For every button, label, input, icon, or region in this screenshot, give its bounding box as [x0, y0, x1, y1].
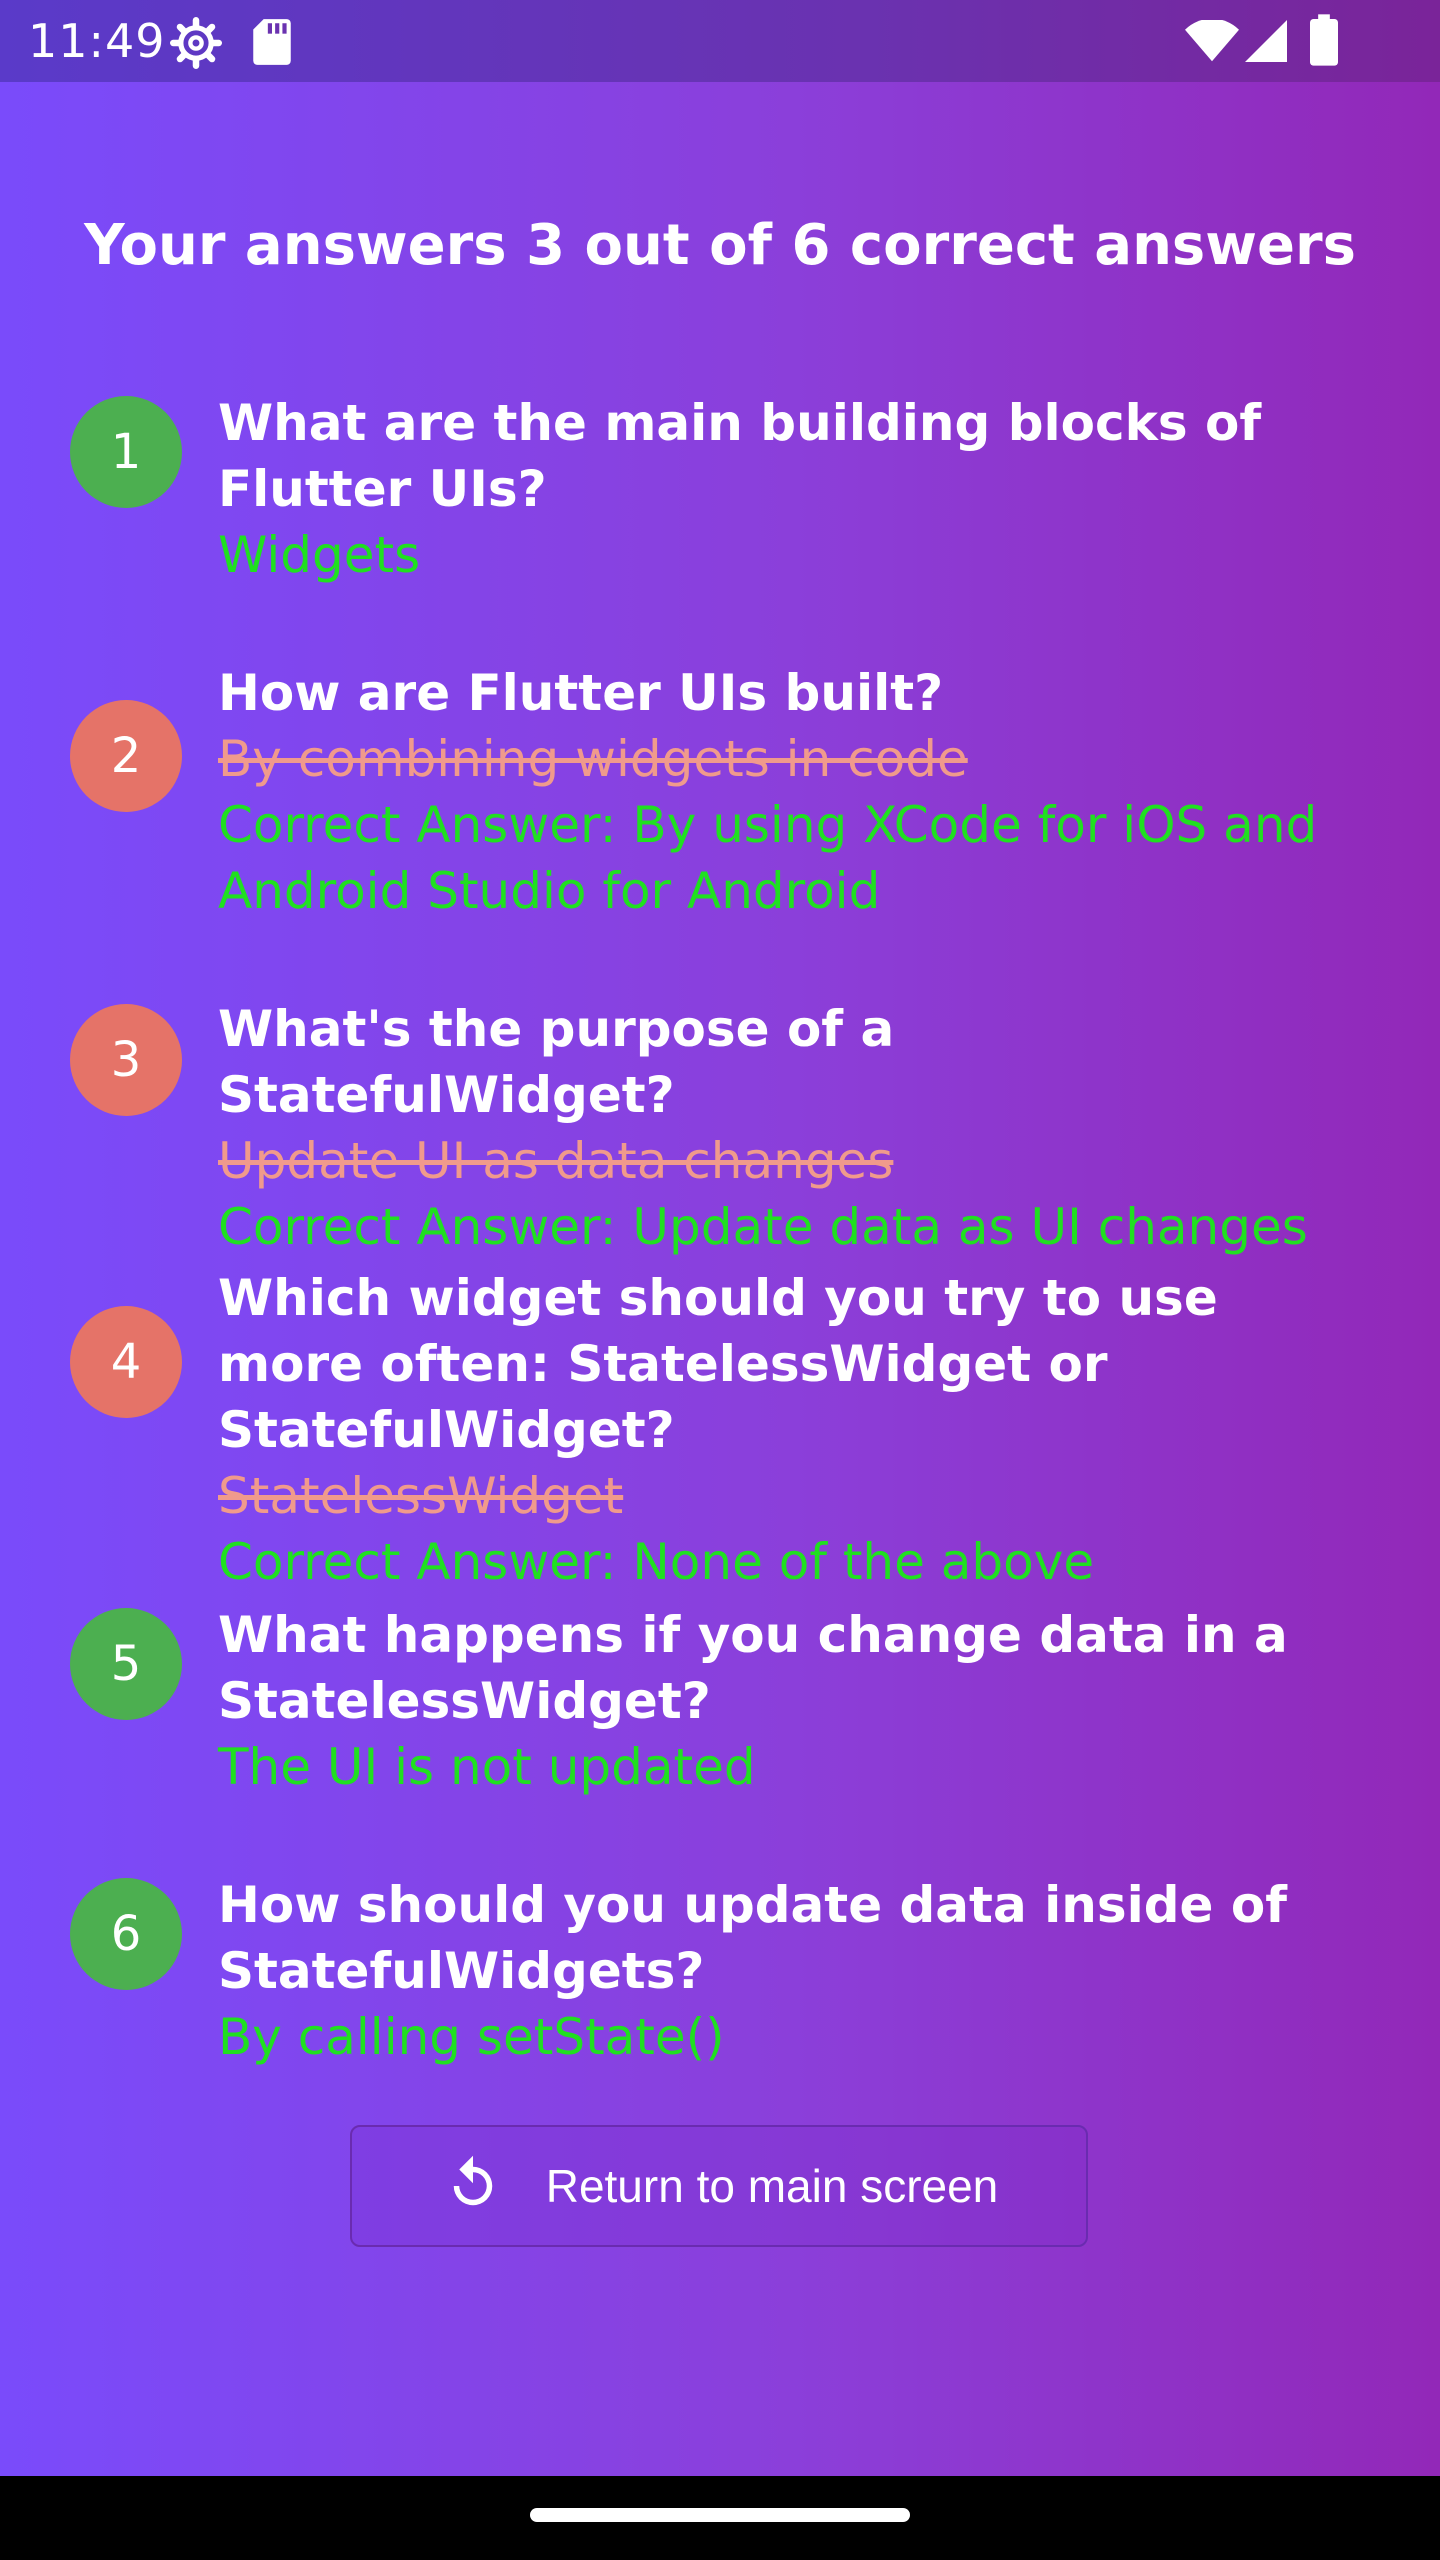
restart-icon [453, 2155, 492, 2206]
given-answer-correct: By calling setState() [218, 2008, 725, 2066]
question-text: What's the purpose of a StatefulWidget? [218, 1000, 895, 1124]
question-number-badge: 3 [70, 1004, 182, 1116]
question-number-badge: 4 [70, 1306, 182, 1418]
question-text: How should you update data inside of Sta… [218, 1876, 1287, 2000]
battery-icon [1310, 14, 1338, 66]
question-text: What happens if you change data in a Sta… [218, 1606, 1288, 1730]
correct-answer: Correct Answer: By using XCode for iOS a… [218, 796, 1318, 920]
given-answer-correct: The UI is not updated [218, 1738, 756, 1796]
correct-answer: Correct Answer: Update data as UI change… [218, 1198, 1308, 1256]
return-button-label: Return to main screen [545, 2160, 999, 2212]
wifi-icon [1185, 20, 1239, 62]
question-text: Which widget should you try to use more … [218, 1269, 1218, 1459]
results-summary-title: Your answers 3 out of 6 correct answers [84, 213, 1356, 278]
question-text: What are the main building blocks of Flu… [218, 394, 1262, 518]
sd-card-icon [253, 19, 291, 65]
question-number-badge: 6 [70, 1878, 182, 1990]
given-answer-correct: Widgets [218, 526, 421, 584]
question-number-badge: 2 [70, 700, 182, 812]
return-to-main-screen-button[interactable]: Return to main screen [350, 2125, 1088, 2247]
correct-answer: Correct Answer: None of the above [218, 1533, 1095, 1591]
given-answer-wrong: StatelessWidget [218, 1467, 624, 1525]
given-answer-wrong: By combining widgets in code [218, 730, 968, 788]
status-bar: 11:49 [0, 0, 1440, 82]
home-gesture-handle[interactable] [530, 2508, 910, 2522]
question-text: How are Flutter UIs built? [218, 664, 944, 722]
status-time: 11:49 [28, 14, 166, 68]
cell-signal-icon [1245, 20, 1287, 62]
question-number-badge: 5 [70, 1608, 182, 1720]
settings-gear-icon [170, 17, 222, 69]
question-number-badge: 1 [70, 396, 182, 508]
given-answer-wrong: Update UI as data changes [218, 1132, 894, 1190]
